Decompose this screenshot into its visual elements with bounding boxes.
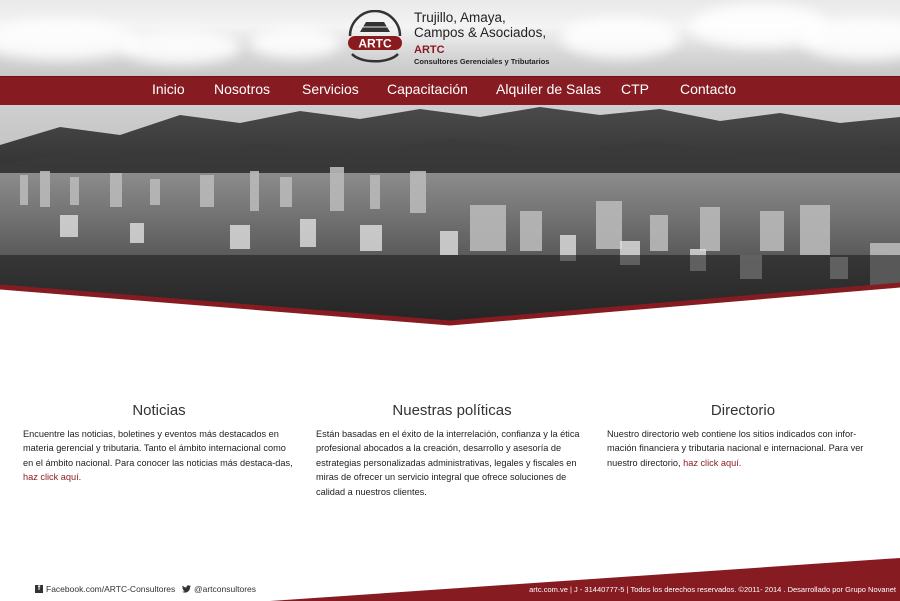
politicas-body: Están basadas en el éxito de la interrel… [316, 429, 580, 497]
header-cloud [250, 28, 340, 58]
logo-text-block: Trujillo, Amaya, Campos & Asociados, ART… [414, 10, 594, 66]
facebook-icon: f [35, 585, 43, 593]
twitter-link[interactable]: @artconsultores [182, 584, 256, 594]
nav-item-nosotros[interactable]: Nosotros [214, 81, 270, 97]
directorio-link[interactable]: haz click aquí. [683, 458, 741, 468]
site-header: ARTC Trujillo, Amaya, Campos & Asociados… [0, 0, 900, 76]
noticias-body: Encuentre las noticias, boletines y even… [23, 429, 293, 468]
header-cloud [800, 20, 900, 60]
brand-name: ARTC [414, 44, 445, 56]
firm-name-line1: Trujillo, Amaya, [414, 10, 506, 25]
twitter-icon [182, 585, 191, 593]
politicas-title: Nuestras políticas [392, 402, 512, 419]
noticias-text: Encuentre las noticias, boletines y even… [23, 427, 295, 485]
nav-item-contacto[interactable]: Contacto [680, 81, 736, 97]
politicas-section: Nuestras políticas Están basadas en el é… [316, 402, 588, 499]
nav-item-servicios[interactable]: Servicios [302, 81, 359, 97]
nav-item-capacitacion[interactable]: Capacitación [387, 81, 468, 97]
footer-copyright: artc.com.ve | J - 31440777-5 | Todos los… [529, 585, 896, 594]
directorio-title: Directorio [710, 402, 776, 419]
noticias-link[interactable]: haz click aquí. [23, 472, 81, 482]
brand-tagline: Consultores Gerenciales y Tributarios [414, 57, 550, 66]
nav-item-alquiler-de-salas[interactable]: Alquiler de Salas [496, 81, 601, 97]
noticias-section: Noticias Encuentre las noticias, boletin… [23, 402, 295, 485]
hero-city-image [0, 105, 900, 327]
nav-item-inicio[interactable]: Inicio [152, 81, 185, 97]
nav-item-ctp[interactable]: CTP [621, 81, 649, 97]
facebook-label: Facebook.com/ARTC-Consultores [46, 584, 176, 594]
header-cloud [0, 20, 140, 60]
directorio-text: Nuestro directorio web contiene los siti… [607, 427, 879, 470]
artc-logo[interactable]: ARTC [344, 10, 406, 64]
directorio-section: Directorio Nuestro directorio web contie… [607, 402, 879, 470]
facebook-link[interactable]: f Facebook.com/ARTC-Consultores [35, 584, 175, 594]
main-nav: Inicio Nosotros Servicios Capacitación A… [0, 76, 900, 105]
city-skyline-icon [0, 105, 900, 327]
logo-text: ARTC [358, 37, 392, 51]
noticias-title: Noticias [132, 402, 186, 419]
twitter-label: @artconsultores [194, 584, 257, 594]
firm-name-line2: Campos & Asociados, [414, 25, 547, 40]
header-cloud [120, 30, 240, 64]
